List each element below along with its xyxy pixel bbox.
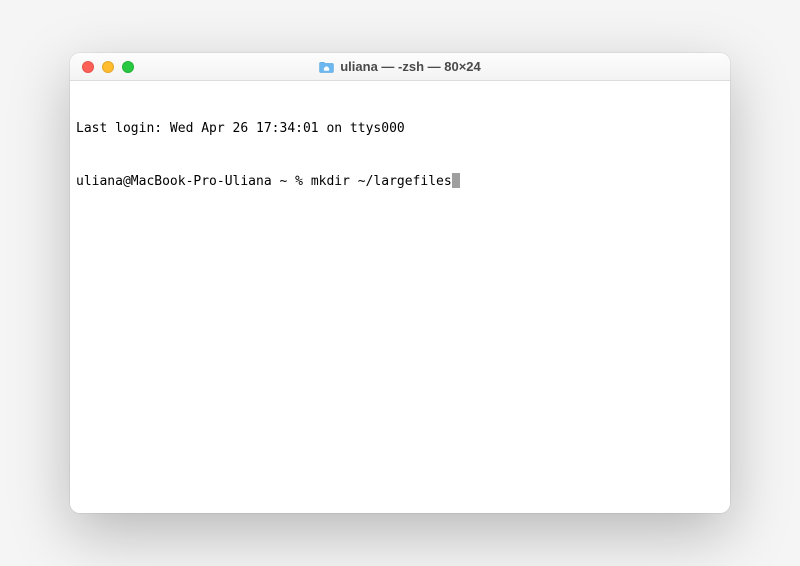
window-title-wrap: uliana — -zsh — 80×24	[70, 59, 730, 74]
folder-home-icon	[319, 60, 334, 73]
prompt-line: uliana@MacBook-Pro-Uliana ~ % mkdir ~/la…	[76, 173, 724, 191]
minimize-button[interactable]	[102, 61, 114, 73]
window-titlebar: uliana — -zsh — 80×24	[70, 53, 730, 81]
text-cursor	[452, 173, 460, 188]
window-title: uliana — -zsh — 80×24	[340, 59, 481, 74]
traffic-lights	[70, 61, 134, 73]
maximize-button[interactable]	[122, 61, 134, 73]
shell-prompt: uliana@MacBook-Pro-Uliana ~ %	[76, 173, 311, 191]
terminal-content[interactable]: Last login: Wed Apr 26 17:34:01 on ttys0…	[70, 81, 730, 513]
terminal-window: uliana — -zsh — 80×24 Last login: Wed Ap…	[70, 53, 730, 513]
last-login-line: Last login: Wed Apr 26 17:34:01 on ttys0…	[76, 120, 724, 138]
typed-command: mkdir ~/largefiles	[311, 173, 452, 191]
close-button[interactable]	[82, 61, 94, 73]
